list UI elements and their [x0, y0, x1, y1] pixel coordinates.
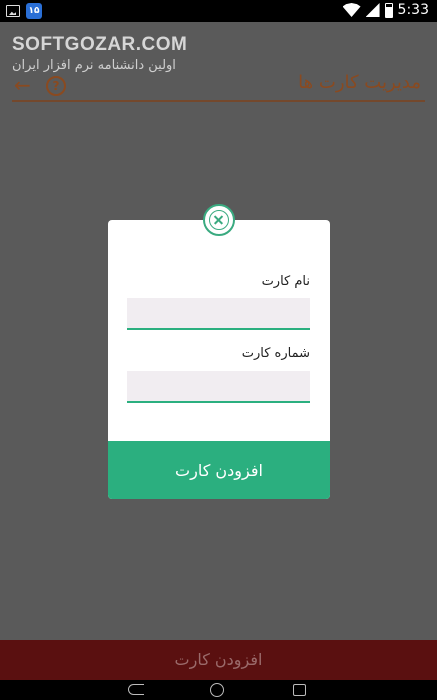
card-name-label: نام کارت	[261, 274, 310, 289]
close-dialog-button[interactable]	[203, 204, 235, 236]
clock: 5:33	[397, 2, 429, 18]
watermark-subtitle: اولین دانشنامه نرم افزار ایران	[12, 58, 176, 73]
app-notification-icon: ۱۵	[26, 3, 42, 19]
status-bar: ۱۵ 5:33	[0, 0, 437, 22]
card-number-input[interactable]	[127, 371, 310, 403]
watermark-brand: SOFTGOZAR.COM	[12, 34, 188, 55]
navigation-bar	[0, 680, 437, 700]
bottom-add-card-button[interactable]: افزودن کارت	[0, 640, 437, 680]
add-card-dialog: نام کارت شماره کارت افزودن کارت	[108, 220, 330, 499]
image-notification-icon	[6, 5, 20, 17]
card-name-input[interactable]	[127, 298, 310, 330]
battery-icon	[384, 2, 393, 18]
close-icon	[209, 210, 229, 230]
help-icon[interactable]: ?	[46, 76, 66, 96]
add-card-button[interactable]: افزودن کارت	[108, 441, 330, 499]
nav-back-icon[interactable]	[128, 684, 144, 695]
card-number-label: شماره کارت	[241, 346, 310, 361]
signal-icon	[365, 3, 380, 17]
page-title: مدیریت کارت ها	[298, 72, 421, 93]
nav-home-icon[interactable]	[210, 683, 224, 697]
back-arrow-icon[interactable]: ←	[14, 74, 40, 96]
toolbar-divider	[12, 100, 425, 102]
notification-icons: ۱۵	[6, 3, 42, 19]
wifi-icon	[342, 3, 361, 17]
nav-recent-apps-icon[interactable]	[293, 684, 306, 696]
system-icons: 5:33	[342, 2, 429, 18]
